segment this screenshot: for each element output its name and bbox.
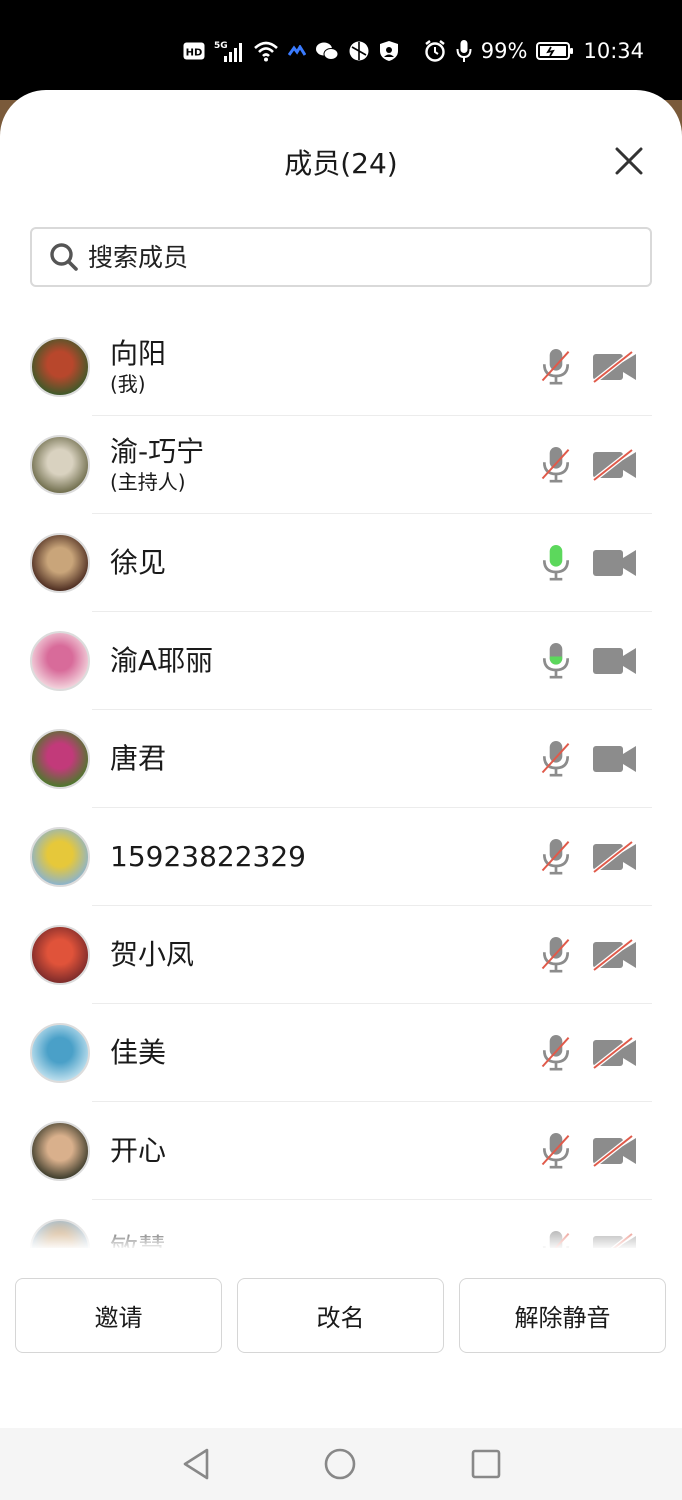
member-avatar [30, 533, 90, 593]
member-name: 15923822329 [110, 840, 306, 873]
member-avatar [30, 337, 90, 397]
camera-icon[interactable] [592, 643, 638, 679]
members-sheet: 成员(24) 向阳(我) 渝-巧宁(主持人) 徐见渝A耶丽唐君 15923822329… [0, 90, 682, 1430]
member-row[interactable]: 渝-巧宁 (主持人) [0, 416, 682, 514]
member-name: 徐见 [110, 546, 167, 579]
close-icon [615, 147, 643, 175]
svg-text:HD: HD [185, 48, 202, 59]
member-name: 向阳 [110, 337, 167, 370]
member-role: (主持人) [110, 470, 186, 494]
browser-icon [348, 40, 370, 62]
member-row[interactable]: 15923822329 [0, 808, 682, 906]
member-avatar [30, 729, 90, 789]
status-icons: HD 5G 99% 10:34 [183, 34, 644, 68]
wifi-icon [253, 40, 279, 62]
member-row[interactable]: 佳美 [0, 1004, 682, 1102]
member-row[interactable]: 贺小凤 [0, 906, 682, 1004]
mic-muted-icon[interactable] [536, 1129, 576, 1173]
shield-icon [379, 40, 399, 62]
member-row[interactable]: 向阳 (我) [0, 318, 682, 416]
member-role: (我) [110, 372, 146, 396]
member-name-block: 渝A耶丽 [110, 644, 213, 678]
home-circle-icon [324, 1448, 356, 1480]
unmute-button[interactable]: 解除静音 [459, 1278, 666, 1353]
mic-muted-icon[interactable] [536, 933, 576, 977]
camera-off-icon[interactable] [592, 447, 638, 483]
microphone-icon[interactable] [536, 541, 576, 585]
sheet-title: 成员(24) [284, 147, 398, 180]
member-name-block: 唐君 [110, 742, 166, 776]
home-button[interactable] [322, 1446, 358, 1482]
search-icon [48, 241, 80, 273]
member-name-block: 佳美 [110, 1036, 166, 1070]
member-name: 渝-巧宁 [110, 435, 205, 468]
member-avatar [30, 827, 90, 887]
battery-percentage: 99% [480, 39, 528, 63]
member-avatar [30, 631, 90, 691]
member-name-block: 徐见 [110, 546, 166, 580]
search-box[interactable] [30, 227, 652, 287]
recents-square-icon [471, 1449, 501, 1479]
member-avatar [30, 1023, 90, 1083]
member-avatar [30, 925, 90, 985]
microphone-icon[interactable] [536, 639, 576, 683]
member-list[interactable]: 向阳 (我) 渝-巧宁 (主持人) 徐见渝A耶丽唐君 15923822329 贺小凤佳美开心… [0, 318, 682, 1248]
clock: 10:34 [583, 39, 644, 63]
back-button[interactable] [178, 1446, 214, 1482]
member-avatar [30, 1121, 90, 1181]
camera-off-icon[interactable] [592, 937, 638, 973]
alarm-icon [423, 39, 447, 63]
invite-button[interactable]: 邀请 [15, 1278, 222, 1353]
member-row[interactable]: 徐见 [0, 514, 682, 612]
member-row[interactable]: 开心 [0, 1102, 682, 1200]
member-name-block: 渝-巧宁 (主持人) [110, 435, 204, 495]
member-name-block: 向阳 (我) [110, 337, 166, 397]
mic-muted-icon[interactable] [536, 443, 576, 487]
member-name-block: 贺小凤 [110, 938, 194, 972]
member-name: 渝A耶丽 [110, 644, 214, 677]
hd-icon: HD [183, 42, 205, 60]
member-row[interactable]: 渝A耶丽 [0, 612, 682, 710]
mic-muted-icon[interactable] [536, 737, 576, 781]
mic-muted-icon[interactable] [536, 835, 576, 879]
member-name-block: 15923822329 [110, 840, 306, 874]
camera-off-icon[interactable] [592, 1133, 638, 1169]
member-name: 唐君 [110, 742, 167, 775]
camera-off-icon[interactable] [592, 349, 638, 385]
member-row[interactable]: 唐君 [0, 710, 682, 808]
cellular-signal-icon: 5G [214, 39, 244, 63]
status-bar: HD 5G 99% 10:34 [0, 0, 682, 100]
member-name: 开心 [110, 1134, 167, 1167]
wechat-icon [315, 41, 339, 61]
action-bar: 邀请 改名 解除静音 [0, 1278, 682, 1354]
member-avatar [30, 435, 90, 495]
member-name: 佳美 [110, 1036, 167, 1069]
svg-text:5G: 5G [214, 41, 228, 51]
search-input[interactable] [88, 242, 608, 272]
app-notification-icon [287, 45, 306, 57]
camera-off-icon[interactable] [592, 1035, 638, 1071]
rename-button[interactable]: 改名 [237, 1278, 444, 1353]
mic-muted-icon[interactable] [536, 1031, 576, 1075]
camera-icon[interactable] [592, 545, 638, 581]
close-button[interactable] [614, 146, 644, 176]
camera-off-icon[interactable] [592, 839, 638, 875]
system-navigation-bar [0, 1428, 682, 1500]
recents-button[interactable] [468, 1446, 504, 1482]
battery-charging-icon [536, 41, 574, 61]
mic-muted-icon[interactable] [536, 345, 576, 389]
back-triangle-icon [183, 1448, 209, 1480]
member-name: 贺小凤 [110, 938, 195, 971]
camera-icon[interactable] [592, 741, 638, 777]
member-name-block: 开心 [110, 1134, 166, 1168]
microphone-status-icon [456, 39, 472, 63]
list-fade [0, 1218, 682, 1250]
